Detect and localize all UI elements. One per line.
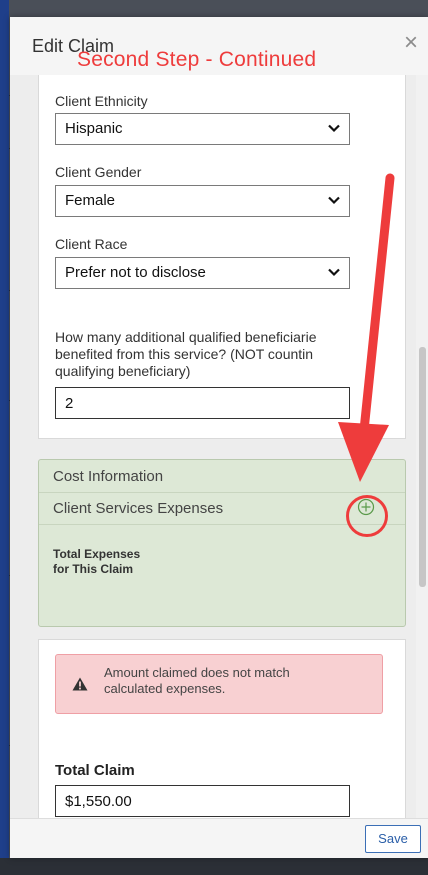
client-race-value: Prefer not to disclose xyxy=(65,264,206,281)
beneficiaries-question: How many additional qualified beneficiar… xyxy=(55,329,385,380)
client-gender-value: Female xyxy=(65,192,116,209)
background-bottom-bar xyxy=(0,858,428,875)
annotation-highlight-circle xyxy=(346,495,388,537)
save-button[interactable]: Save xyxy=(365,825,421,853)
modal-body: Client Ethnicity Hispanic Client Gender … xyxy=(10,75,428,818)
client-ethnicity-value: Hispanic xyxy=(65,120,123,137)
question-line: benefited from this service? (NOT counti… xyxy=(55,346,314,362)
beneficiaries-value: 2 xyxy=(65,395,74,412)
client-ethnicity-select[interactable]: Hispanic xyxy=(55,113,350,145)
background-window-edge xyxy=(0,0,9,875)
client-gender-label: Client Gender xyxy=(55,164,142,180)
client-services-expenses-label: Client Services Expenses xyxy=(53,500,224,517)
client-race-label: Client Race xyxy=(55,236,128,252)
cost-information-panel: Cost Information Client Services Expense… xyxy=(38,459,406,627)
scrollbar[interactable] xyxy=(416,75,428,818)
annotation-caption: Second Step - Continued xyxy=(77,48,317,71)
client-gender-select[interactable]: Female xyxy=(55,185,350,217)
client-details-panel: Client Ethnicity Hispanic Client Gender … xyxy=(38,75,406,439)
alert-line: Amount claimed does not match xyxy=(104,665,290,680)
cost-information-heading: Cost Information xyxy=(53,468,164,485)
total-claim-input[interactable]: $1,550.00 xyxy=(55,785,350,817)
mismatch-alert: Amount claimed does not match calculated… xyxy=(55,654,383,714)
chevron-down-icon xyxy=(328,124,340,133)
total-expenses-line: for This Claim xyxy=(53,562,134,576)
close-icon[interactable]: × xyxy=(404,31,418,55)
question-line: qualifying beneficiary) xyxy=(55,363,191,379)
warning-triangle-icon xyxy=(72,677,88,691)
edit-claim-modal: Edit Claim × Second Step - Continued Cli… xyxy=(10,17,428,858)
client-race-select[interactable]: Prefer not to disclose xyxy=(55,257,350,289)
modal-header: Edit Claim × Second Step - Continued xyxy=(10,17,428,75)
total-claim-label: Total Claim xyxy=(55,762,135,779)
total-claim-panel: Amount claimed does not match calculated… xyxy=(38,639,406,818)
scrollbar-thumb[interactable] xyxy=(419,347,426,587)
modal-footer: Save xyxy=(10,818,428,858)
question-line: How many additional qualified beneficiar… xyxy=(55,329,317,345)
total-claim-value: $1,550.00 xyxy=(65,793,132,810)
chevron-down-icon xyxy=(328,196,340,205)
alert-line: calculated expenses. xyxy=(104,681,226,696)
client-ethnicity-label: Client Ethnicity xyxy=(55,93,148,109)
total-expenses-label: Total Expenses for This Claim xyxy=(53,547,140,577)
total-expenses-line: Total Expenses xyxy=(53,547,141,561)
beneficiaries-input[interactable]: 2 xyxy=(55,387,350,419)
chevron-down-icon xyxy=(328,268,340,277)
cost-information-header: Cost Information xyxy=(39,460,405,493)
alert-message: Amount claimed does not match calculated… xyxy=(104,665,290,697)
